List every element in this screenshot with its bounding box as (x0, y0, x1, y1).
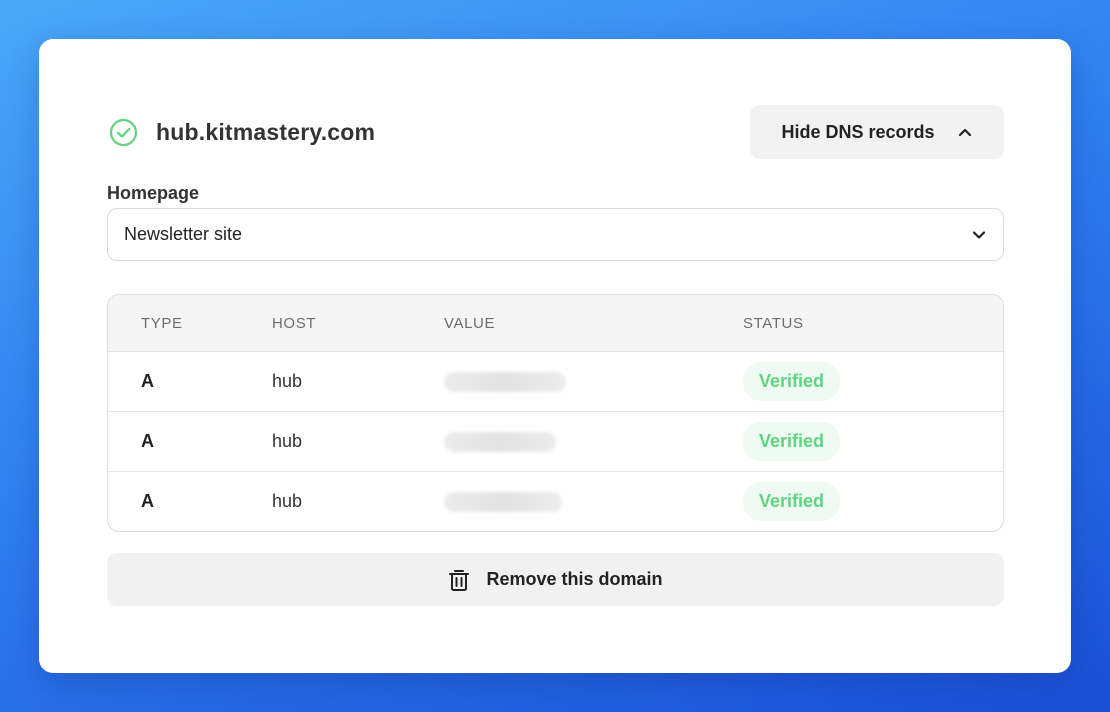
redacted-value (444, 431, 556, 452)
record-value-cell (444, 491, 743, 512)
status-badge: Verified (743, 362, 841, 401)
chevron-down-icon (971, 227, 987, 243)
column-header-type: TYPE (141, 314, 183, 332)
column-header-value: VALUE (444, 314, 496, 332)
record-host: hub (272, 371, 303, 391)
remove-domain-label: Remove this domain (486, 569, 663, 589)
record-value-cell (444, 371, 743, 392)
redacted-value (444, 491, 562, 512)
homepage-selected-value: Newsletter site (124, 224, 243, 244)
homepage-label: Homepage (107, 183, 200, 203)
domain-card: hub.kitmastery.com Hide DNS records Home… (39, 39, 1071, 673)
chevron-up-icon (957, 124, 973, 140)
record-host: hub (272, 491, 303, 511)
record-status-cell: Verified (743, 422, 1003, 461)
table-row: A hub Verified (108, 472, 1003, 531)
hide-dns-records-button[interactable]: Hide DNS records (750, 105, 1004, 159)
column-header-status: STATUS (743, 314, 804, 332)
domain-name: hub.kitmastery.com (156, 118, 376, 145)
record-type: A (141, 371, 154, 391)
record-type: A (141, 431, 154, 451)
record-status-cell: Verified (743, 482, 1003, 521)
homepage-select[interactable]: Newsletter site (107, 208, 1004, 261)
hide-dns-records-label: Hide DNS records (781, 121, 935, 142)
record-status-cell: Verified (743, 362, 1003, 401)
redacted-value (444, 371, 566, 392)
trash-icon (448, 568, 470, 592)
table-header: TYPE HOST VALUE STATUS (108, 295, 1003, 352)
table-row: A hub Verified (108, 352, 1003, 412)
domain-title-group: hub.kitmastery.com (107, 118, 375, 147)
check-circle-icon (109, 118, 138, 147)
record-type: A (141, 491, 154, 511)
record-host: hub (272, 431, 303, 451)
record-value-cell (444, 431, 743, 452)
table-row: A hub Verified (108, 412, 1003, 472)
domain-header: hub.kitmastery.com Hide DNS records (107, 105, 1004, 159)
status-badge: Verified (743, 482, 841, 521)
remove-domain-button[interactable]: Remove this domain (107, 553, 1004, 606)
dns-records-table: TYPE HOST VALUE STATUS A hub Verified A … (107, 294, 1004, 532)
column-header-host: HOST (272, 314, 317, 332)
status-badge: Verified (743, 422, 841, 461)
